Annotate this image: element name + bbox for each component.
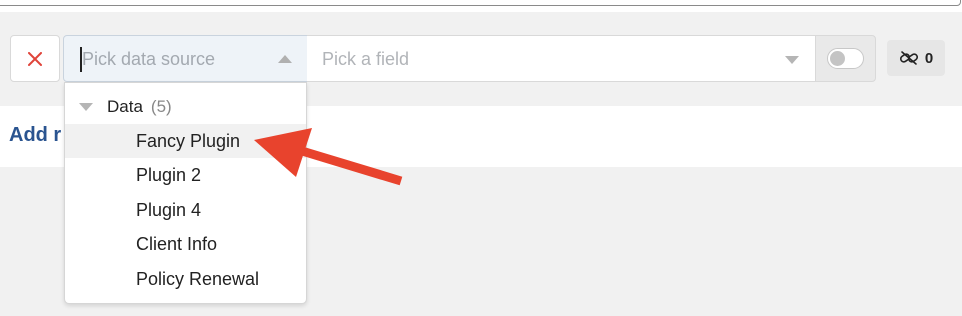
option-plugin-4[interactable]: Plugin 4 (65, 193, 306, 227)
option-fancy-plugin[interactable]: Fancy Plugin (65, 124, 306, 158)
group-count: (5) (150, 97, 172, 116)
chevron-down-icon[interactable] (785, 56, 799, 64)
group-header-data[interactable]: Data (5) (65, 95, 306, 119)
data-source-input[interactable] (82, 48, 272, 70)
field-select[interactable] (307, 35, 816, 82)
toggle-knob (830, 51, 845, 66)
option-client-info[interactable]: Client Info (65, 227, 306, 261)
toggle-container (815, 35, 876, 82)
caret-down-icon[interactable] (79, 103, 93, 111)
linked-count-button[interactable]: 0 (887, 40, 945, 76)
linked-count: 0 (924, 49, 934, 67)
option-plugin-2[interactable]: Plugin 2 (65, 158, 306, 192)
data-source-dropdown: Data (5) Fancy Plugin Plugin 2 Plugin 4 … (64, 82, 307, 304)
remove-filter-button[interactable] (10, 35, 60, 82)
data-source-select[interactable] (63, 35, 308, 82)
window-frame-top (0, 0, 961, 6)
option-policy-renewal[interactable]: Policy Renewal (65, 262, 306, 296)
group-label: Data (107, 97, 143, 116)
chevron-up-icon[interactable] (278, 55, 292, 63)
unlink-icon (899, 51, 918, 65)
add-rule-link[interactable]: Add r (9, 124, 61, 147)
close-icon (28, 51, 42, 66)
field-input[interactable] (322, 48, 762, 70)
filter-toggle[interactable] (827, 48, 864, 69)
